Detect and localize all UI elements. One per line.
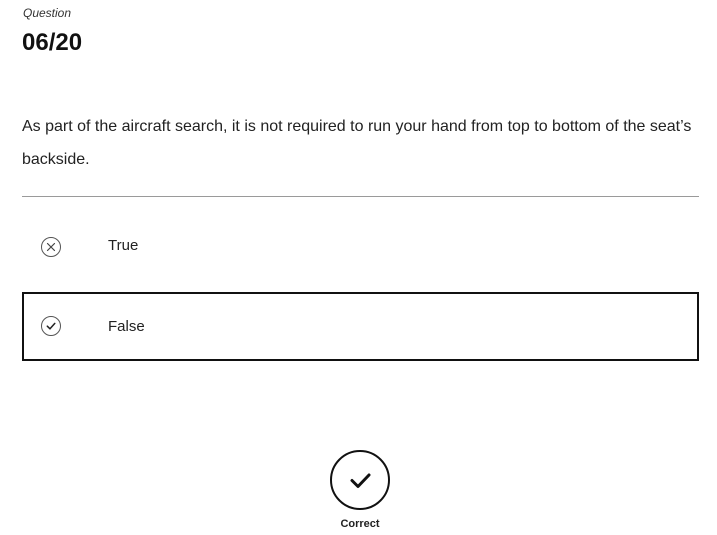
checkmark-circle-icon — [350, 473, 371, 488]
x-circle-icon — [41, 237, 61, 257]
question-text: As part of the aircraft search, it is no… — [22, 118, 692, 168]
option-false[interactable]: False — [22, 292, 699, 361]
question-label: Question — [23, 6, 72, 20]
divider — [22, 196, 699, 197]
result-label: Correct — [340, 518, 380, 530]
result-badge — [330, 450, 390, 510]
question-number: 06/20 — [22, 29, 83, 56]
option-label: False — [108, 318, 145, 335]
check-circle-icon — [41, 316, 61, 336]
option-true[interactable]: True — [22, 213, 699, 282]
option-label: True — [108, 237, 139, 254]
